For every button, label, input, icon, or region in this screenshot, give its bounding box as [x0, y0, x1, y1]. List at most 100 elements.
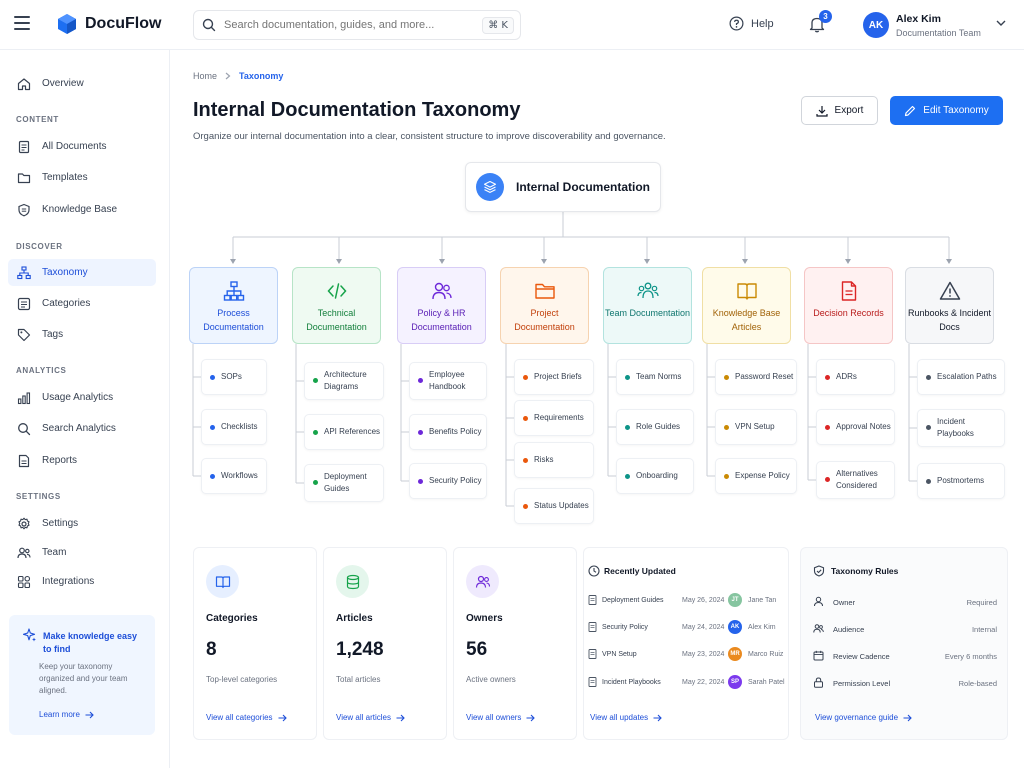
leaf-dot [625, 375, 630, 380]
stat-card-categories: Categories 8 Top-level categories View a… [193, 547, 317, 740]
leaf-approval-notes[interactable]: Approval Notes [816, 409, 895, 445]
category-label: Project Documentation [514, 308, 575, 332]
category-knowledge-base-articles[interactable]: Knowledge Base Articles [702, 267, 791, 344]
leaf-dot [724, 375, 729, 380]
leaf-label: Employee Handbook [429, 370, 466, 391]
calendar-icon [813, 650, 824, 661]
rule-row-review-cadence: Review Cadence Every 6 months [813, 649, 997, 665]
people-icon [431, 282, 452, 300]
leaf-incident-playbooks[interactable]: Incident Playbooks [917, 409, 1005, 447]
leaf-dot [418, 479, 423, 484]
stat-description: Top-level categories [206, 675, 278, 684]
leaf-dot [210, 425, 215, 430]
rule-value: Required [966, 598, 997, 607]
leaf-password-reset[interactable]: Password Reset [715, 359, 797, 395]
link-label: View all owners [466, 713, 522, 722]
leaf-requirements[interactable]: Requirements [514, 400, 594, 436]
recent-row[interactable]: Deployment Guides May 26, 2024 JT Jane T… [588, 591, 788, 609]
rule-value: Every 6 months [944, 652, 997, 661]
hierarchy-icon [223, 281, 244, 301]
leaf-dot [926, 479, 931, 484]
rule-key: Review Cadence [833, 652, 890, 661]
stat-description: Active owners [466, 675, 516, 684]
recent-row[interactable]: Security Policy May 24, 2024 AK Alex Kim [588, 618, 788, 636]
leaf-label: Onboarding [636, 471, 678, 480]
leaf-escalation-paths[interactable]: Escalation Paths [917, 359, 1005, 395]
category-label: Decision Records [813, 308, 884, 318]
leaf-deployment-guides[interactable]: Deployment Guides [304, 464, 384, 502]
leaf-status-updates[interactable]: Status Updates [514, 488, 594, 524]
leaf-expense-policy[interactable]: Expense Policy [715, 458, 797, 494]
leaf-project-briefs[interactable]: Project Briefs [514, 359, 594, 395]
leaf-label: VPN Setup [735, 422, 775, 431]
rule-row-permission-level: Permission Level Role-based [813, 676, 997, 692]
leaf-dot [523, 416, 528, 421]
category-policy-hr-documentation[interactable]: Policy & HR Documentation [397, 267, 486, 344]
leaf-dot [523, 504, 528, 509]
folder-icon [534, 283, 555, 299]
leaf-role-guides[interactable]: Role Guides [616, 409, 694, 445]
leaf-sops[interactable]: SOPs [201, 359, 267, 395]
users-icon [466, 565, 499, 598]
category-runbooks-incident-docs[interactable]: Runbooks & Incident Docs [905, 267, 994, 344]
stat-card-articles: Articles 1,248 Total articles View all a… [323, 547, 447, 740]
leaf-alternatives-considered[interactable]: Alternatives Considered [816, 461, 895, 499]
category-label: Runbooks & Incident Docs [907, 308, 992, 332]
leaf-employee-handbook[interactable]: Employee Handbook [409, 362, 487, 400]
link-label: View all articles [336, 713, 391, 722]
leaf-team-norms[interactable]: Team Norms [616, 359, 694, 395]
category-decision-records[interactable]: Decision Records [804, 267, 893, 344]
leaf-adrs[interactable]: ADRs [816, 359, 895, 395]
arrow-right-icon [903, 714, 912, 721]
stat-value: 56 [466, 639, 488, 660]
document-icon [588, 649, 597, 659]
decision-document-icon [841, 281, 856, 301]
leaf-label: Expense Policy [735, 471, 790, 480]
recent-row[interactable]: Incident Playbooks May 22, 2024 SP Sarah… [588, 673, 788, 691]
leaf-dot [625, 474, 630, 479]
owner-avatar: MR [728, 647, 742, 661]
leaf-checklists[interactable]: Checklists [201, 409, 267, 445]
view-all-updates-link[interactable]: View all updates [590, 713, 662, 722]
leaf-architecture-diagrams[interactable]: Architecture Diagrams [304, 362, 384, 400]
category-technical-documentation[interactable]: Technical Documentation [292, 267, 381, 344]
leaf-postmortems[interactable]: Postmortems [917, 463, 1005, 499]
leaf-label: Incident Playbooks [937, 417, 974, 438]
leaf-dot [418, 430, 423, 435]
leaf-label: Project Briefs [534, 372, 582, 381]
owner-avatar: AK [728, 620, 742, 634]
stat-value: 8 [206, 639, 217, 660]
category-label: Team Documentation [604, 308, 691, 318]
recent-row[interactable]: VPN Setup May 23, 2024 MR Marco Ruiz [588, 645, 788, 663]
panel-title: Taxonomy Rules [831, 566, 899, 576]
category-label: Process Documentation [203, 308, 264, 332]
leaf-risks[interactable]: Risks [514, 442, 594, 478]
category-team-documentation[interactable]: Team Documentation [603, 267, 692, 344]
root-node-label: Internal Documentation [516, 180, 651, 194]
rule-row-owner: Owner Required [813, 595, 997, 611]
stat-card-owners: Owners 56 Active owners View all owners [453, 547, 577, 740]
leaf-benefits-policy[interactable]: Benefits Policy [409, 414, 487, 450]
leaf-security-policy[interactable]: Security Policy [409, 463, 487, 499]
document-icon [588, 677, 597, 687]
view-governance-guide-link[interactable]: View governance guide [815, 713, 912, 722]
leaf-workflows[interactable]: Workflows [201, 458, 267, 494]
rule-row-audience: Audience Internal [813, 622, 997, 638]
root-node[interactable]: Internal Documentation [465, 162, 661, 212]
leaf-api-references[interactable]: API References [304, 414, 384, 450]
link-label: View all updates [590, 713, 649, 722]
leaf-dot [418, 378, 423, 383]
leaf-label: ADRs [836, 372, 857, 381]
leaf-onboarding[interactable]: Onboarding [616, 458, 694, 494]
view-all-articles-link[interactable]: View all articles [336, 713, 405, 722]
shield-check-icon [813, 565, 825, 577]
category-project-documentation[interactable]: Project Documentation [500, 267, 589, 344]
leaf-label: Alternatives Considered [836, 469, 878, 490]
leaf-vpn-setup[interactable]: VPN Setup [715, 409, 797, 445]
view-all-categories-link[interactable]: View all categories [206, 713, 287, 722]
leaf-label: Escalation Paths [937, 372, 997, 381]
category-process-documentation[interactable]: Process Documentation [189, 267, 278, 344]
category-label: Knowledge Base Articles [712, 308, 781, 332]
rule-value: Internal [971, 625, 997, 634]
view-all-owners-link[interactable]: View all owners [466, 713, 536, 722]
